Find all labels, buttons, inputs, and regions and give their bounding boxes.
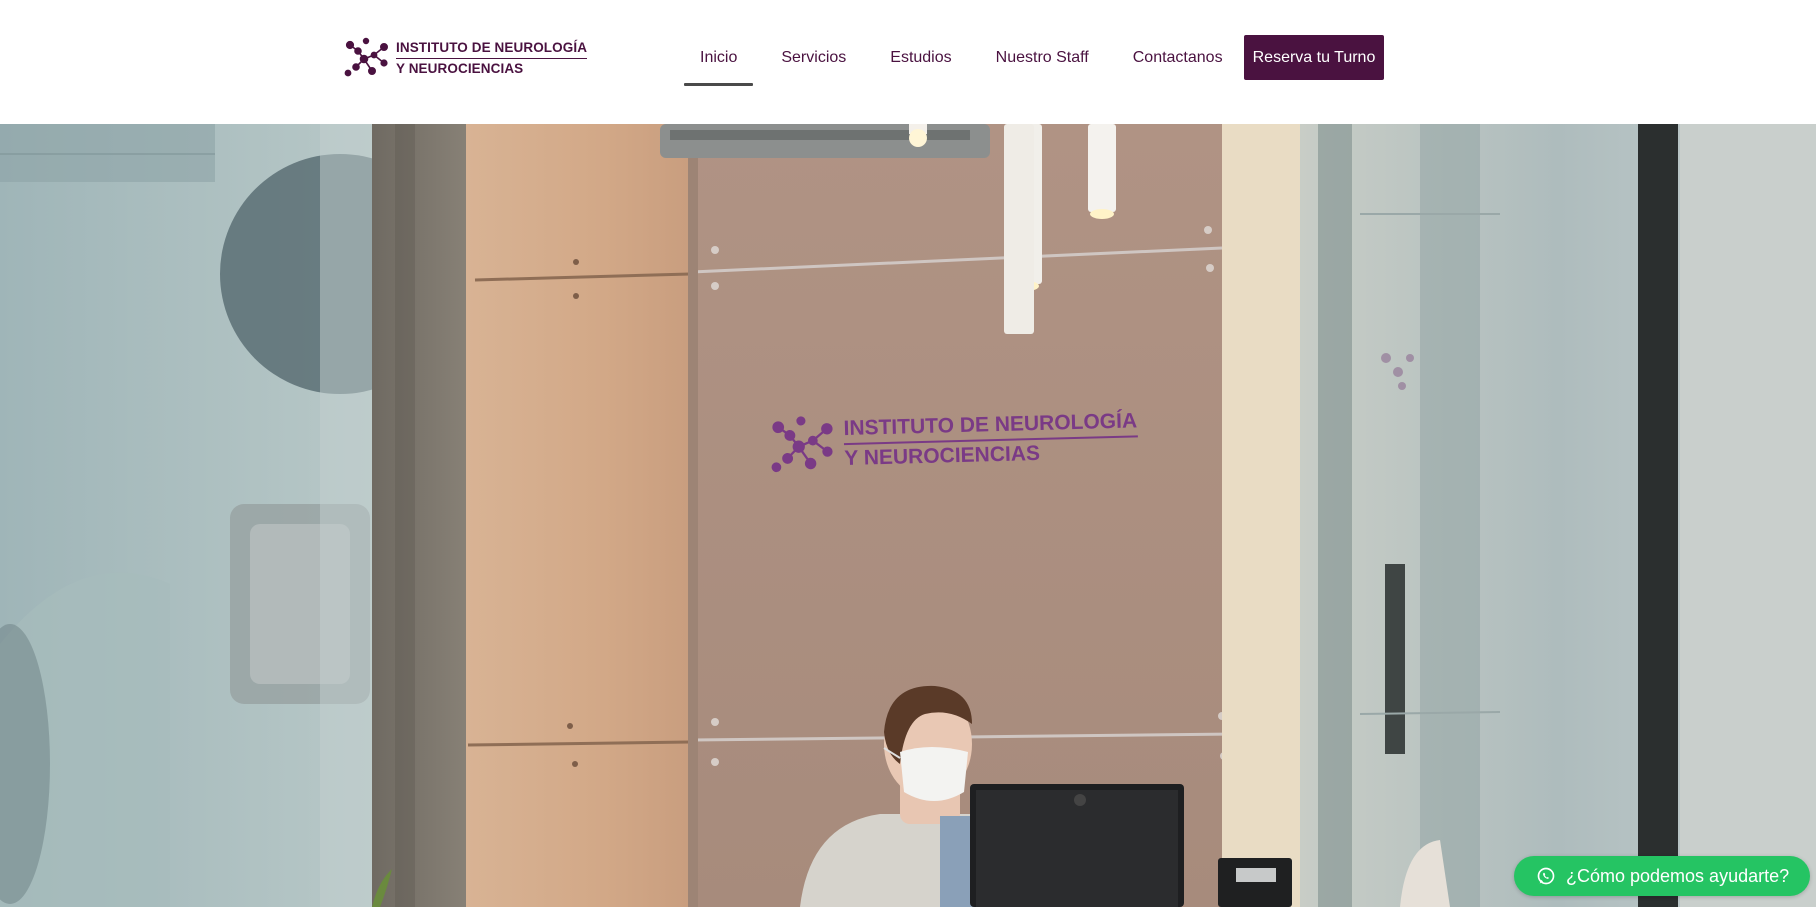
wall-sign: INSTITUTO DE NEUROLOGÍA Y NEUROCIENCIAS	[769, 402, 1151, 480]
brand-name-line1: INSTITUTO DE NEUROLOGÍA	[396, 38, 588, 59]
whatsapp-icon	[1537, 867, 1555, 885]
page: INSTITUTO DE NEUROLOGÍA Y NEUROCIENCIAS	[0, 0, 1816, 907]
main-nav: Inicio Servicios Estudios Nuestro Staff …	[684, 34, 1239, 86]
nav-item-servicios[interactable]: Servicios	[765, 34, 862, 82]
wall-sign-text: INSTITUTO DE NEUROLOGÍA Y NEUROCIENCIAS	[843, 407, 1138, 473]
nav-item-inicio[interactable]: Inicio	[684, 34, 754, 86]
whatsapp-chat-label: ¿Cómo podemos ayudarte?	[1566, 865, 1790, 886]
nav-item-estudios[interactable]: Estudios	[874, 34, 967, 82]
site-header: INSTITUTO DE NEUROLOGÍA Y NEUROCIENCIAS …	[0, 0, 1816, 124]
wall-sign-neuron-icon	[771, 416, 833, 473]
brand-name: INSTITUTO DE NEUROLOGÍA Y NEUROCIENCIAS	[396, 38, 588, 79]
nav-item-contactanos[interactable]: Contactanos	[1117, 34, 1239, 82]
whatsapp-chat-button[interactable]: ¿Cómo podemos ayudarte?	[1514, 856, 1810, 896]
hero-image: INSTITUTO DE NEUROLOGÍA Y NEUROCIENCIAS	[0, 124, 1816, 907]
reserve-appointment-button[interactable]: Reserva tu Turno	[1244, 35, 1384, 80]
brand-name-line2: Y NEUROCIENCIAS	[396, 60, 524, 76]
nav-item-nuestro-staff[interactable]: Nuestro Staff	[980, 34, 1105, 82]
reception-photo	[0, 124, 1816, 907]
brand-logo[interactable]: INSTITUTO DE NEUROLOGÍA Y NEUROCIENCIAS	[344, 36, 594, 80]
neuron-network-icon	[344, 37, 388, 77]
